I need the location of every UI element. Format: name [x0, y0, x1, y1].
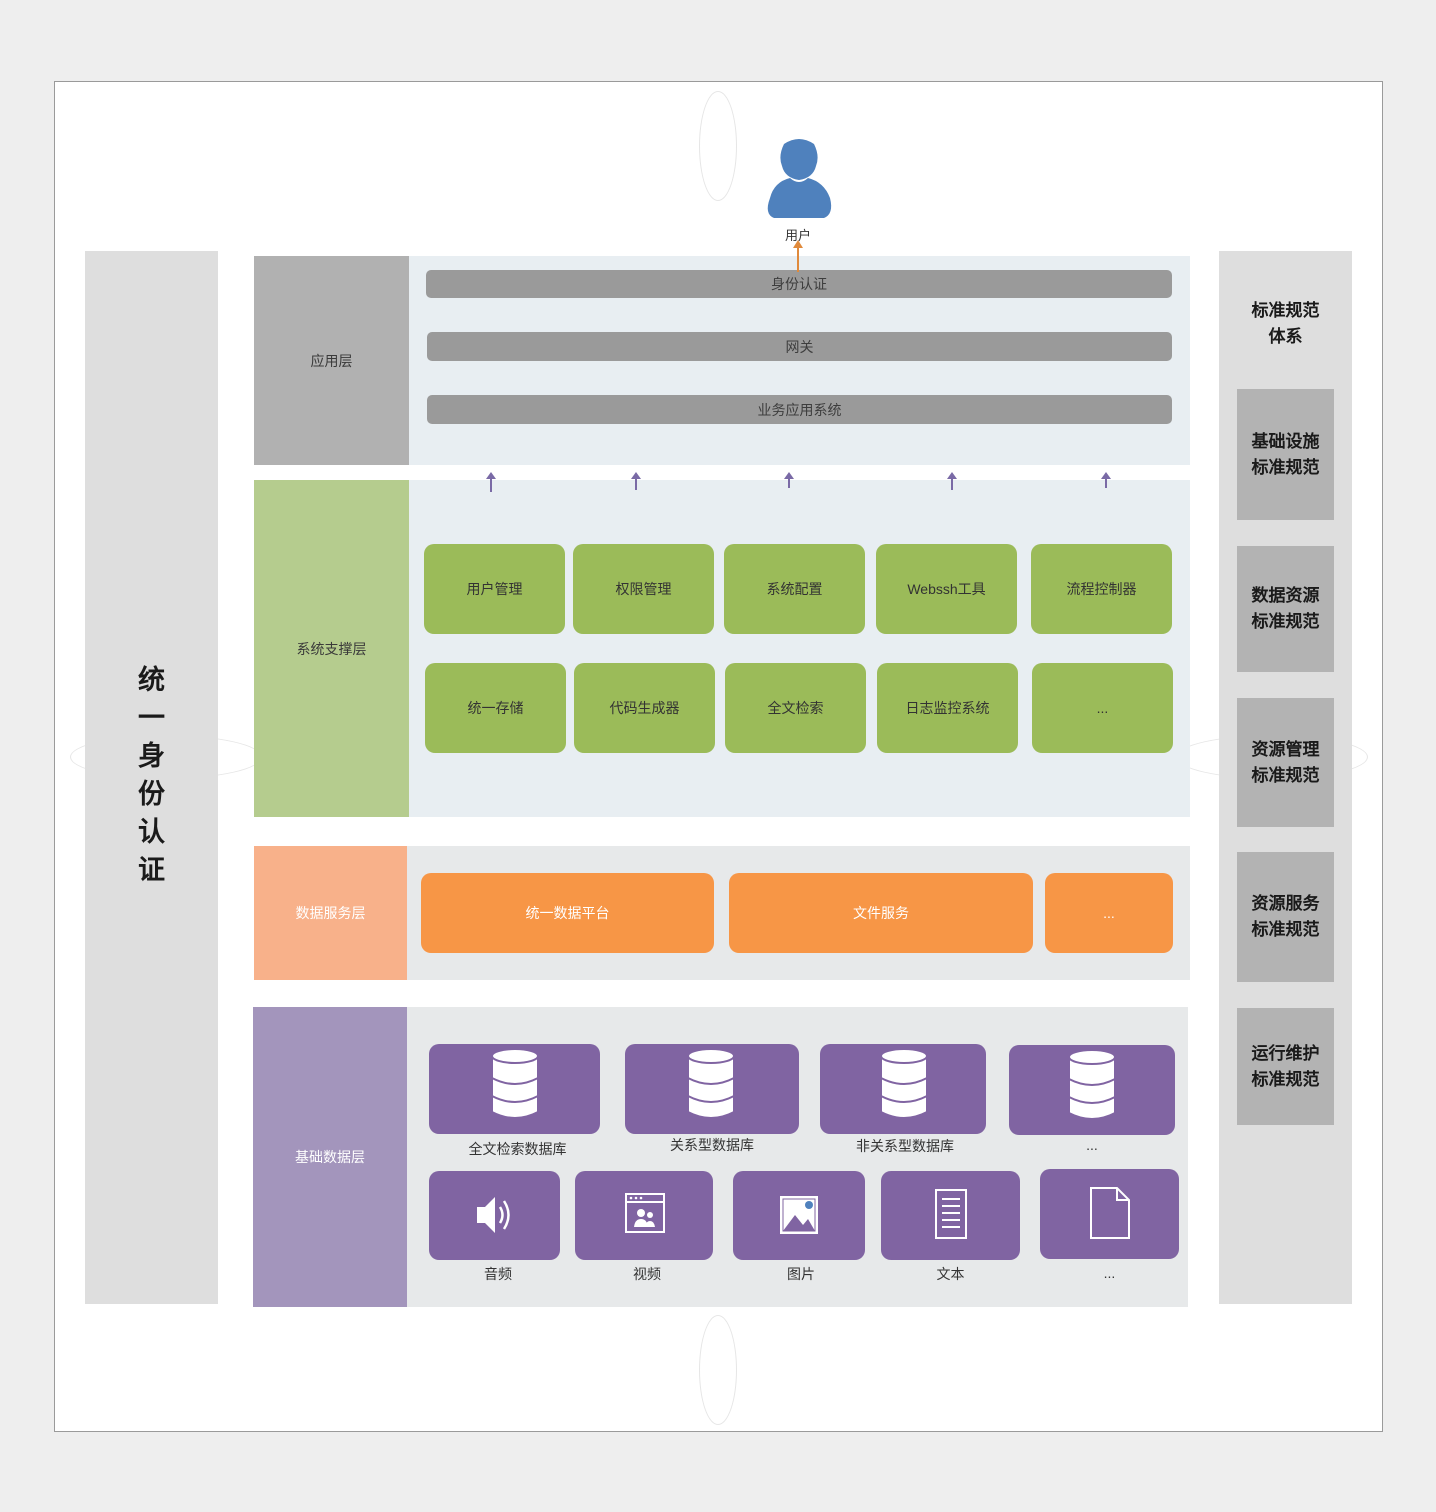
unified-auth-char: 认 [138, 817, 165, 847]
fulltext-search-box: 全文检索 [725, 663, 866, 753]
database-icon [880, 1048, 928, 1119]
audio-icon [477, 1197, 510, 1233]
fulltext-database-label: 全文检索数据库 [468, 1141, 567, 1157]
arrow-up-icon [947, 472, 957, 490]
gateway-bar: 网关 [427, 332, 1172, 361]
image-label: 图片 [787, 1266, 815, 1282]
standards-title: 标准规范 体系 [1251, 301, 1320, 346]
base-data-layer-label: 基础数据层 [253, 1007, 407, 1307]
permission-management-box: 权限管理 [573, 544, 714, 634]
database-icon [687, 1048, 735, 1119]
more-database-box [1009, 1045, 1175, 1135]
user-icon [767, 139, 832, 218]
unified-data-platform-box: 统一数据平台 [421, 873, 714, 953]
log-monitor-box: 日志监控系统 [877, 663, 1018, 753]
system-config-box: 系统配置 [724, 544, 865, 634]
workflow-controller-box: 流程控制器 [1031, 544, 1172, 634]
audio-box [429, 1171, 560, 1260]
code-generator-box: 代码生成器 [574, 663, 715, 753]
text-label: 文本 [936, 1266, 965, 1282]
image-icon [780, 1196, 818, 1234]
relational-database-label: 关系型数据库 [670, 1137, 754, 1153]
decorative-ellipse [699, 91, 737, 201]
arrow-up-icon [784, 472, 794, 488]
standard-resource-service: 资源服务 标准规范 [1237, 852, 1334, 982]
more-data-service-box: ... [1045, 873, 1173, 953]
more-database-label: ... [1086, 1137, 1098, 1153]
user-management-box: 用户管理 [424, 544, 565, 634]
audio-label: 音频 [484, 1266, 512, 1282]
text-document-icon [935, 1189, 967, 1239]
database-icon [1068, 1049, 1116, 1120]
unified-auth-title: 统 一 身 份 认 证 [85, 661, 218, 889]
system-support-layer-label: 系统支撑层 [254, 480, 409, 817]
image-box [733, 1171, 865, 1260]
file-icon [1090, 1187, 1130, 1239]
webssh-tool-box: Webssh工具 [876, 544, 1017, 634]
nonrelational-database-box [820, 1044, 986, 1134]
more-media-label: ... [1103, 1265, 1116, 1281]
decorative-ellipse [699, 1315, 737, 1425]
standard-infrastructure: 基础设施 标准规范 [1237, 389, 1334, 520]
unified-auth-char: 证 [138, 855, 165, 885]
data-service-layer-label: 数据服务层 [254, 846, 407, 980]
fulltext-database-box [429, 1044, 600, 1134]
unified-auth-char: 一 [138, 703, 165, 733]
unified-auth-char: 统 [138, 665, 165, 695]
video-box [575, 1171, 713, 1260]
business-app-bar: 业务应用系统 [427, 395, 1172, 424]
video-label: 视频 [633, 1266, 661, 1282]
database-icon [491, 1048, 539, 1119]
relational-database-box [625, 1044, 799, 1134]
arrow-up-icon [486, 472, 496, 492]
more-support-box: ... [1032, 663, 1173, 753]
arrow-up-icon [1101, 472, 1111, 488]
nonrelational-database-label: 非关系型数据库 [856, 1138, 954, 1154]
arrow-up-icon [631, 472, 641, 490]
unified-auth-char: 身 [138, 741, 165, 771]
video-icon [625, 1193, 665, 1233]
application-layer-label: 应用层 [254, 256, 409, 465]
unified-storage-box: 统一存储 [425, 663, 566, 753]
standard-data-resource: 数据资源 标准规范 [1237, 546, 1334, 672]
identity-auth-bar: 身份认证 [426, 270, 1172, 298]
standard-operation-maintenance: 运行维护 标准规范 [1237, 1008, 1334, 1125]
unified-auth-column: 统 一 身 份 认 证 [85, 251, 218, 1304]
text-box [881, 1171, 1020, 1260]
more-media-box [1040, 1169, 1179, 1259]
unified-auth-char: 份 [138, 779, 165, 809]
file-service-box: 文件服务 [729, 873, 1033, 953]
arrow-up-icon [793, 240, 803, 272]
standard-resource-management: 资源管理 标准规范 [1237, 698, 1334, 827]
